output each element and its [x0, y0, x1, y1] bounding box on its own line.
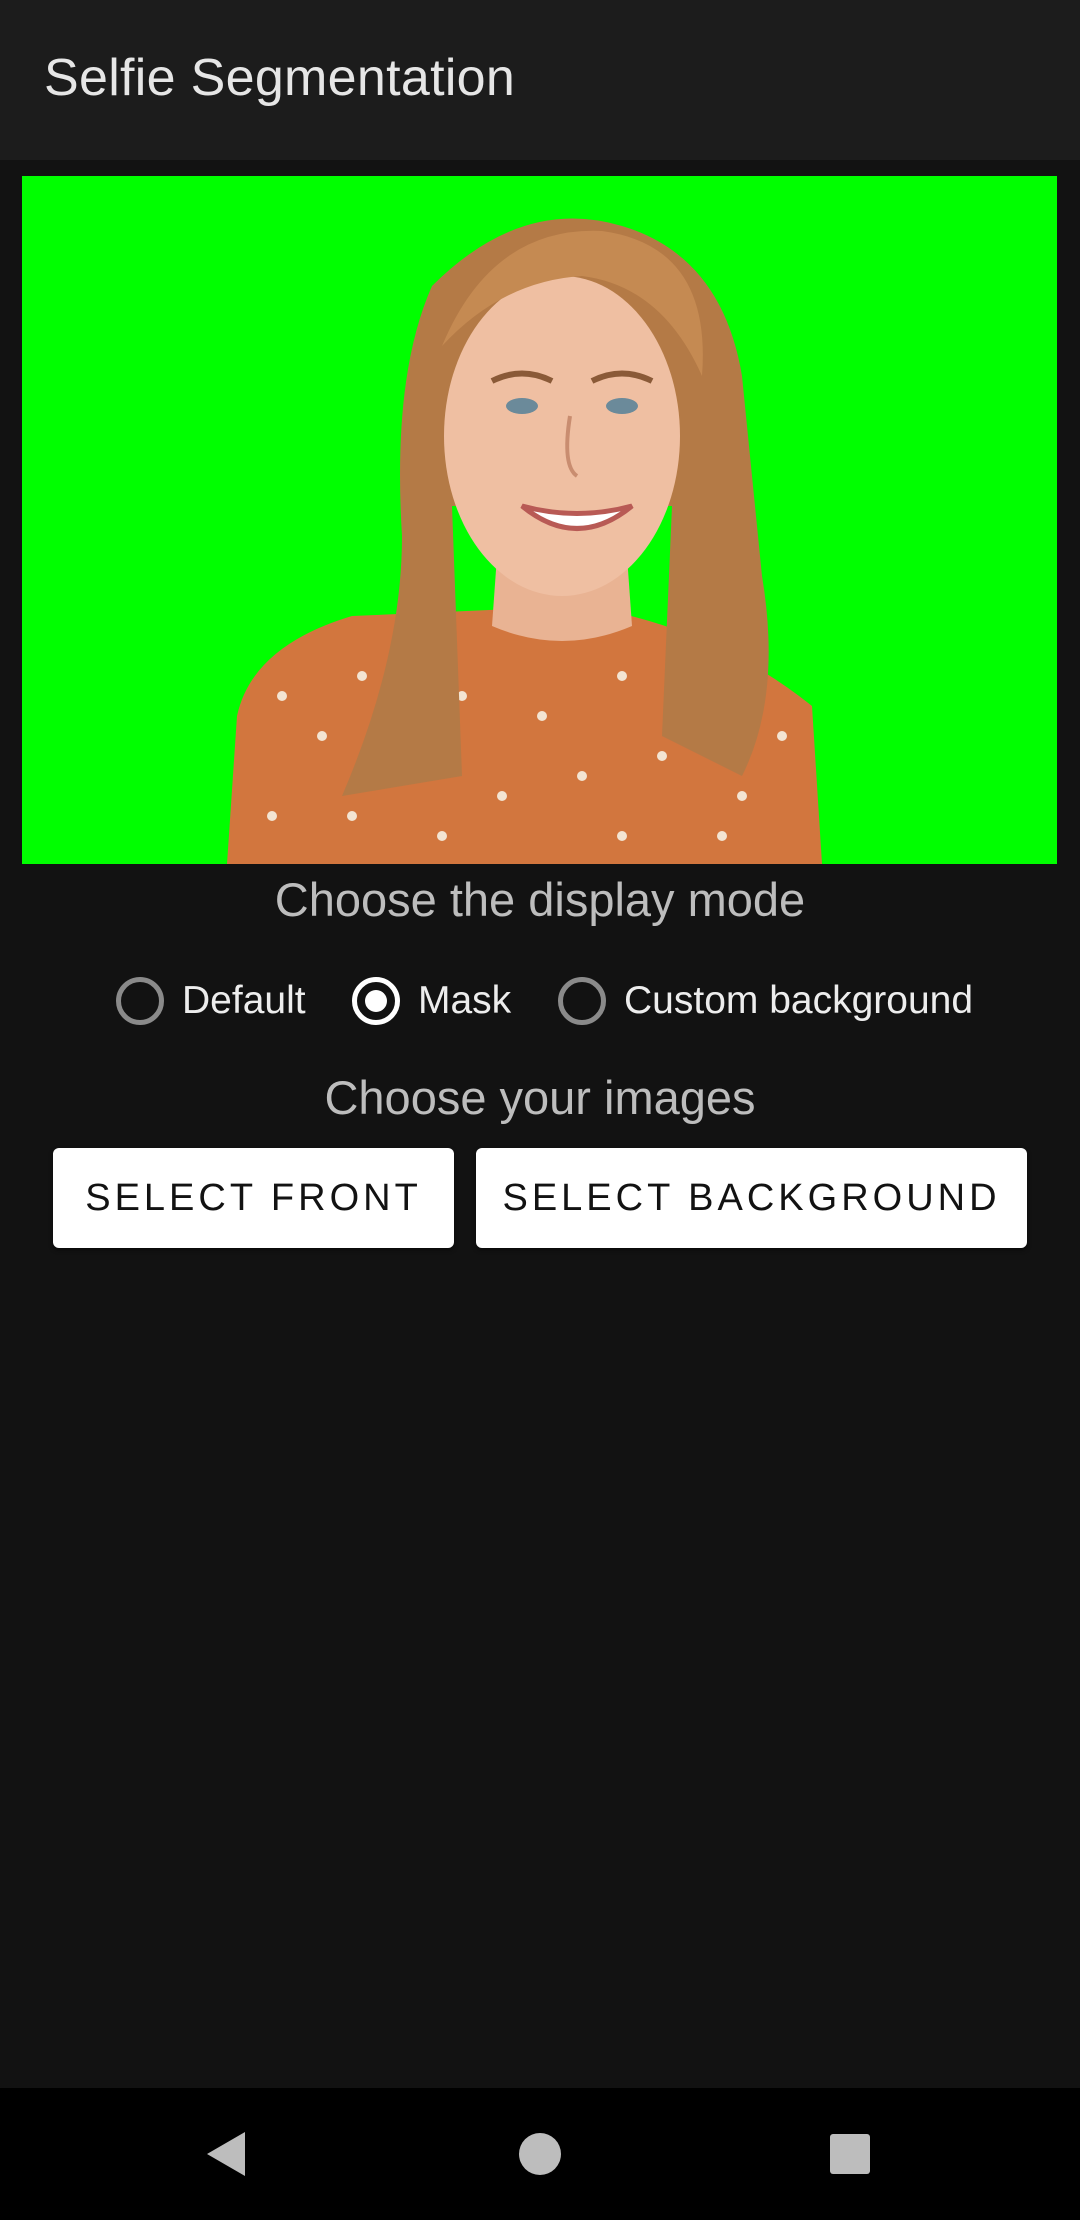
back-triangle-icon[interactable]: [188, 2116, 264, 2192]
radio-option-default[interactable]: Default: [116, 966, 306, 1036]
select-background-button[interactable]: SELECT BACKGROUND: [476, 1148, 1027, 1248]
display-mode-radio-group: Default Mask Custom background: [0, 966, 1080, 1036]
recents-square-icon[interactable]: [812, 2116, 888, 2192]
app-title: Selfie Segmentation: [44, 49, 516, 107]
radio-button-custom-background-icon[interactable]: [558, 977, 606, 1025]
screen: Selfie Segmentation Choose the display m…: [0, 0, 1080, 2220]
radio-button-mask-icon[interactable]: [352, 977, 400, 1025]
select-front-button[interactable]: SELECT FRONT: [53, 1148, 454, 1248]
radio-label-default: Default: [182, 979, 306, 1022]
home-circle-icon[interactable]: [502, 2116, 578, 2192]
radio-option-mask[interactable]: Mask: [352, 966, 511, 1036]
portrait-illustration: [227, 218, 822, 864]
radio-label-mask: Mask: [418, 979, 512, 1022]
images-title: Choose your images: [324, 1071, 756, 1124]
app-bar: Selfie Segmentation: [0, 0, 1080, 160]
segmentation-preview: [22, 176, 1057, 864]
display-mode-title: Choose the display mode: [274, 873, 806, 926]
radio-button-default-icon[interactable]: [116, 977, 164, 1025]
radio-label-custom-background: Custom background: [624, 979, 974, 1022]
radio-option-custom-background[interactable]: Custom background: [558, 966, 973, 1036]
system-navigation-bar: [0, 2088, 1080, 2220]
